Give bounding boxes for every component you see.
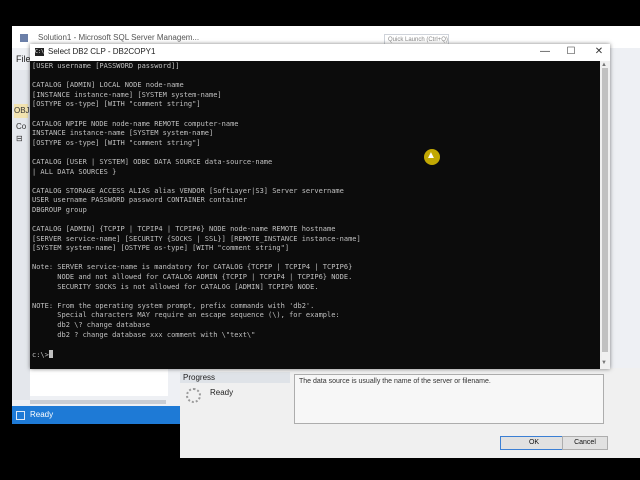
console-line: db2 ? change database xxx comment with \… xyxy=(32,330,256,339)
maximize-icon[interactable]: ☐ xyxy=(564,46,578,57)
console-line: Special characters MAY require an escape… xyxy=(32,311,340,320)
description-text: The data source is usually the name of t… xyxy=(299,378,491,385)
console-line: DBGROUP group xyxy=(32,205,87,214)
status-text: Ready xyxy=(30,410,54,419)
scroll-thumb[interactable] xyxy=(602,68,608,352)
console-line: | ALL DATA SOURCES } xyxy=(32,167,117,176)
console-output[interactable]: [USER username [PASSWORD password]] CATA… xyxy=(30,61,600,369)
console-line: [INSTANCE instance-name] [SYSTEM system-… xyxy=(32,90,222,99)
console-line: USER username PASSWORD password CONTAINE… xyxy=(32,196,247,205)
console-line: Note: SERVER service-name is mandatory f… xyxy=(32,263,353,272)
console-line: c:\> xyxy=(32,350,49,359)
menu-file[interactable]: File xyxy=(16,54,31,64)
object-explorer-tab[interactable]: OBJ xyxy=(14,104,30,118)
connect-label[interactable]: Co xyxy=(16,122,26,131)
ok-button[interactable]: OK xyxy=(500,436,568,450)
mouse-cursor-icon: ▲ xyxy=(426,150,436,161)
console-line: [SERVER service-name] [SECURITY {SOCKS |… xyxy=(32,234,361,243)
console-line: [SYSTEM system-name] [OSTYPE os-type] [W… xyxy=(32,244,290,253)
close-icon[interactable]: ✕ xyxy=(592,46,606,57)
left-panel xyxy=(12,70,30,400)
horizontal-scrollbar[interactable] xyxy=(30,400,166,404)
progress-spinner-icon xyxy=(186,388,201,403)
ssms-app-icon xyxy=(20,34,28,42)
console-line: CATALOG [ADMIN] LOCAL NODE node-name xyxy=(32,81,184,90)
progress-status: Ready xyxy=(210,388,234,397)
console-title: Select DB2 CLP - DB2COPY1 xyxy=(48,47,156,56)
console-line: [OSTYPE os-type] [WITH "comment string"] xyxy=(32,138,201,147)
scroll-down-icon[interactable]: ▼ xyxy=(601,360,607,366)
left-panel-content xyxy=(30,368,168,396)
console-line: NODE and not allowed for CATALOG ADMIN {… xyxy=(32,273,353,282)
console-line: NOTE: From the operating system prompt, … xyxy=(32,301,315,310)
cancel-button[interactable]: Cancel xyxy=(562,436,608,450)
tree-collapse-icon[interactable]: ⊟ xyxy=(16,134,23,143)
console-line: CATALOG NPIPE NODE node-name REMOTE comp… xyxy=(32,119,239,128)
console-line: CATALOG [USER | SYSTEM] ODBC DATA SOURCE… xyxy=(32,157,273,166)
console-line: [USER username [PASSWORD password]] xyxy=(32,62,180,70)
progress-label: Progress xyxy=(183,373,216,382)
ssms-title: Solution1 - Microsoft SQL Server Managem… xyxy=(38,33,200,42)
console-line: CATALOG [ADMIN] {TCPIP | TCPIP4 | TCPIP6… xyxy=(32,225,336,234)
console-line: [OSTYPE os-type] [WITH "comment string"] xyxy=(32,100,201,109)
console-icon: C:\ xyxy=(35,48,45,56)
console-line: db2 \? change database xyxy=(32,321,151,330)
minimize-icon[interactable]: — xyxy=(538,46,552,57)
console-text: [USER username [PASSWORD password]] CATA… xyxy=(30,61,600,360)
console-line: CATALOG STORAGE ACCESS ALIAS alias VENDO… xyxy=(32,186,344,195)
status-window-icon xyxy=(16,411,25,420)
text-cursor xyxy=(48,349,53,358)
console-line: INSTANCE instance-name [SYSTEM system-na… xyxy=(32,129,214,138)
console-line: SECURITY SOCKS is not allowed for CATALO… xyxy=(32,282,319,291)
